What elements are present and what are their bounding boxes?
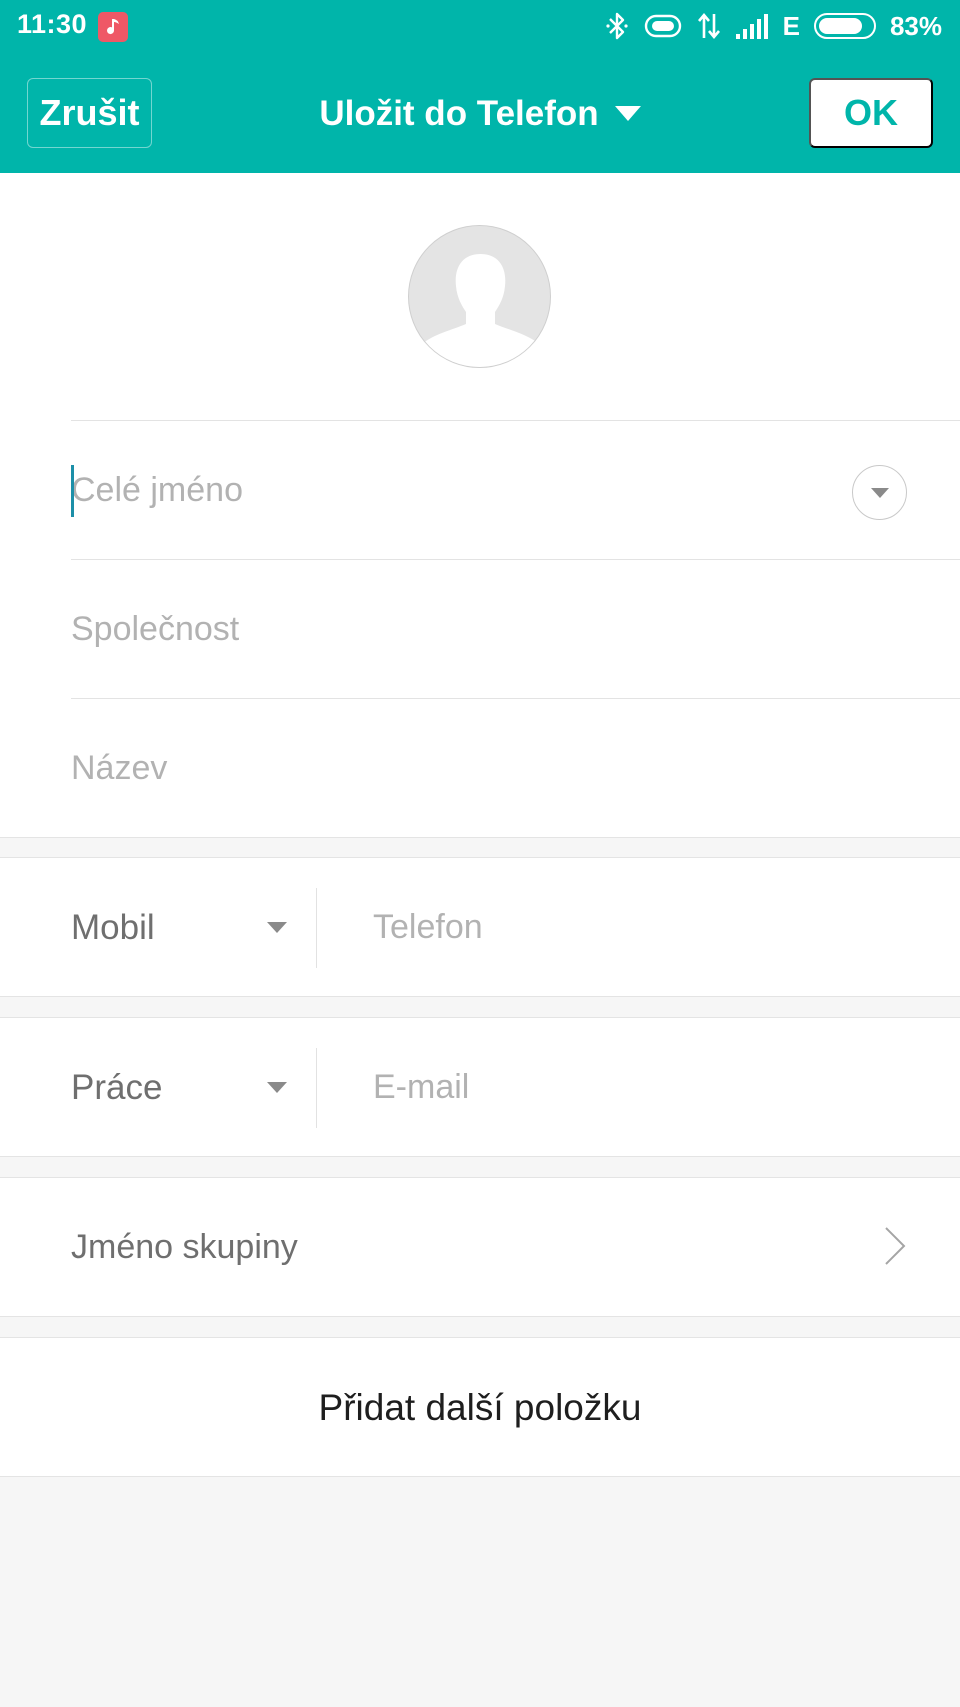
battery-icon xyxy=(813,13,876,39)
company-placeholder: Společnost xyxy=(71,609,240,648)
cancel-button[interactable]: Zrušit xyxy=(27,78,152,148)
top-bar: 11:30 E 83% Zrušit Uložit do Telefon OK xyxy=(0,0,960,173)
dropdown-triangle-icon xyxy=(614,106,641,121)
data-transfer-icon xyxy=(697,12,720,40)
status-time: 11:30 xyxy=(17,9,88,39)
person-silhouette-icon xyxy=(422,254,539,367)
chevron-right-icon xyxy=(885,1227,906,1265)
status-icons: E 83% xyxy=(605,10,942,42)
page-title: Uložit do Telefon xyxy=(319,94,599,133)
phone-card: Mobil Telefon xyxy=(0,857,960,997)
vibrate-icon xyxy=(644,14,681,38)
email-card: Práce E-mail xyxy=(0,1017,960,1157)
full-name-placeholder: Celé jméno xyxy=(71,470,243,509)
job-title-field[interactable]: Název xyxy=(71,698,960,837)
save-location-selector[interactable]: Uložit do Telefon xyxy=(290,84,670,144)
chevron-down-icon xyxy=(267,1082,287,1093)
group-label: Jméno skupiny xyxy=(71,1228,298,1266)
ok-button[interactable]: OK xyxy=(809,78,933,148)
job-title-placeholder: Název xyxy=(71,748,168,787)
phone-type-select[interactable]: Mobil xyxy=(71,858,291,997)
divider xyxy=(316,1048,317,1128)
signal-icon xyxy=(735,14,768,39)
bluetooth-icon xyxy=(606,12,628,40)
email-placeholder: E-mail xyxy=(373,1068,470,1106)
chevron-down-icon xyxy=(870,487,889,498)
contact-editor-screen: 11:30 E 83% Zrušit Uložit do Telefon OK … xyxy=(0,0,960,1707)
chevron-down-icon xyxy=(267,922,287,933)
phone-input[interactable]: Telefon xyxy=(373,858,483,997)
network-type: E xyxy=(782,10,800,41)
full-name-field[interactable]: Celé jméno xyxy=(71,420,960,559)
expand-name-button[interactable] xyxy=(852,465,907,520)
battery-level xyxy=(818,18,863,34)
group-row[interactable]: Jméno skupiny xyxy=(0,1177,960,1317)
add-more-button[interactable]: Přidat další položku xyxy=(0,1338,960,1477)
add-more-row[interactable]: Přidat další položku xyxy=(0,1337,960,1477)
contact-photo[interactable] xyxy=(408,225,551,368)
email-input[interactable]: E-mail xyxy=(373,1018,469,1157)
phone-placeholder: Telefon xyxy=(373,908,483,946)
email-type-label: Práce xyxy=(71,1067,163,1107)
music-note-icon xyxy=(98,12,128,42)
email-type-select[interactable]: Práce xyxy=(71,1018,291,1157)
divider xyxy=(316,888,317,968)
company-field[interactable]: Společnost xyxy=(71,559,960,698)
text-cursor xyxy=(71,465,74,517)
battery-percent: 83% xyxy=(889,10,942,41)
phone-type-label: Mobil xyxy=(71,907,155,947)
status-bar: 11:30 E 83% xyxy=(0,0,960,52)
